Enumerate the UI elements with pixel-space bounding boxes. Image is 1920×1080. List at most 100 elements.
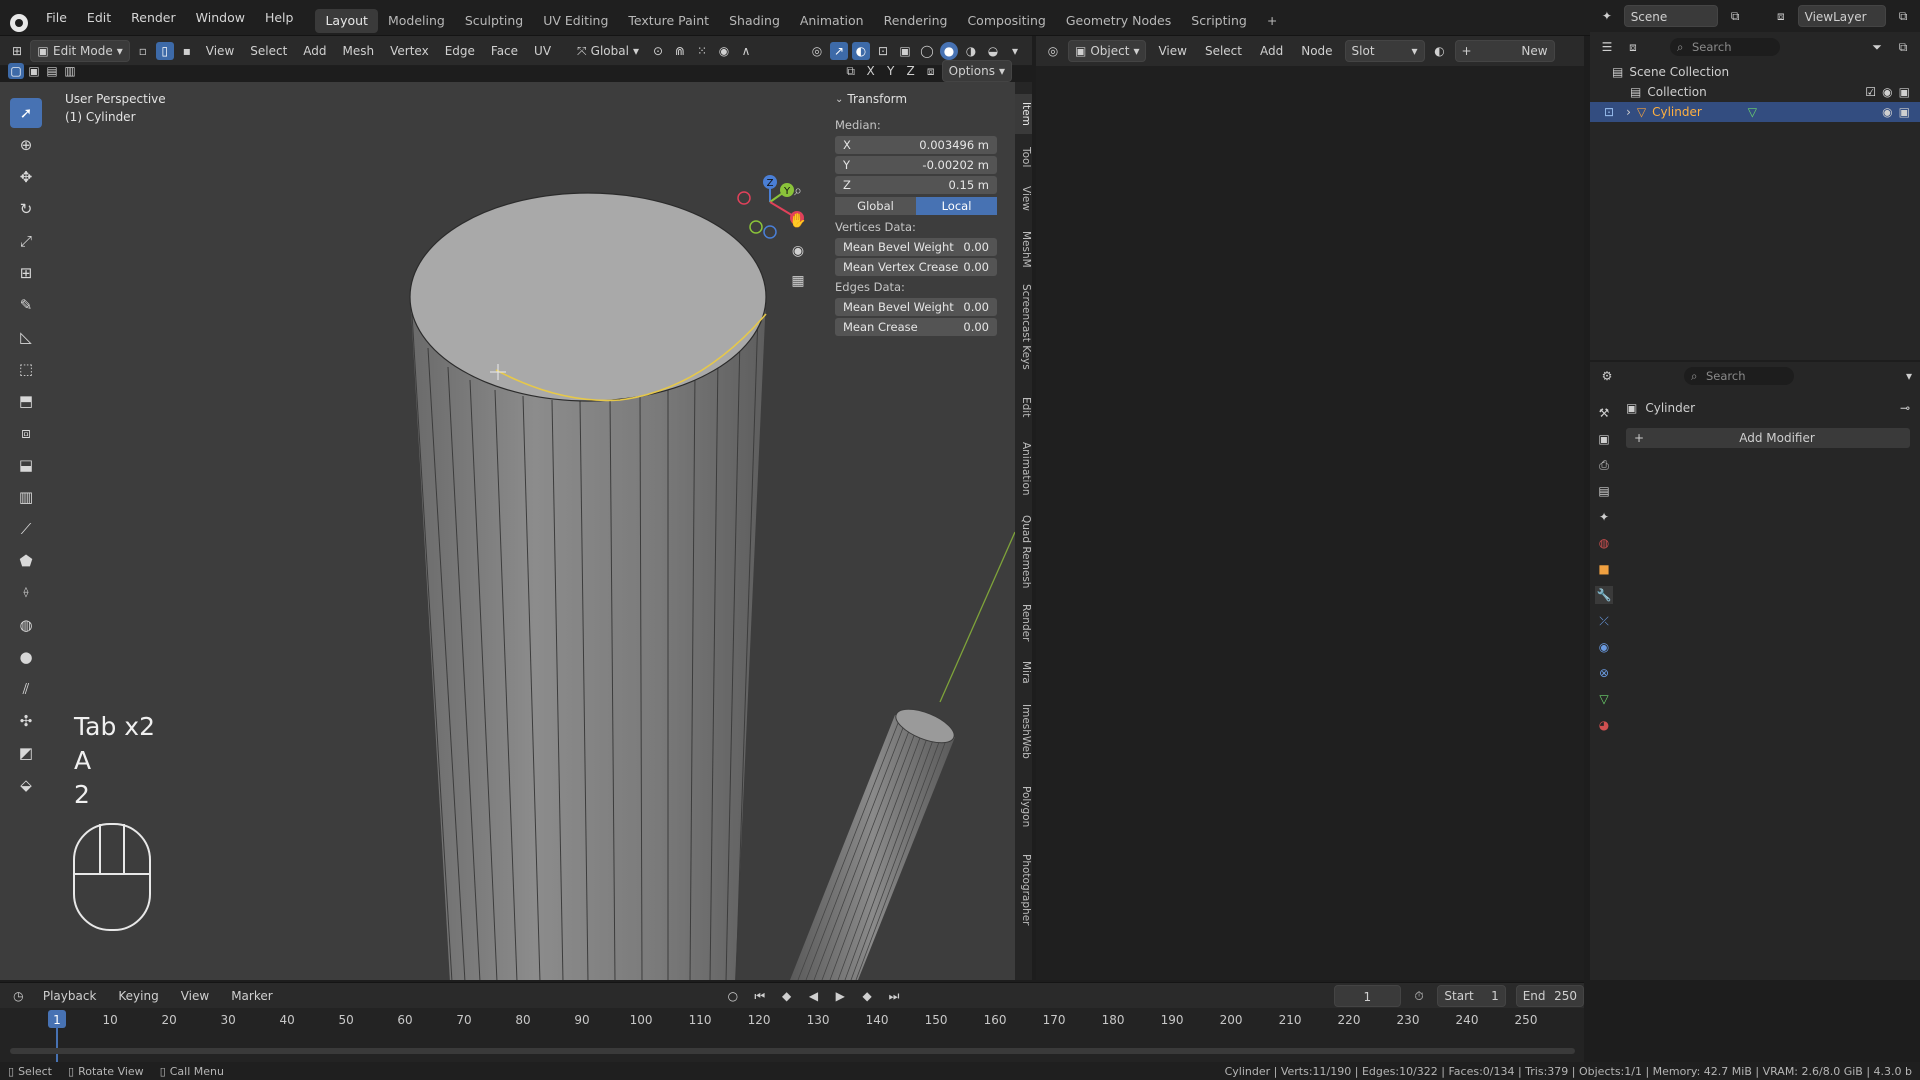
prev-keyframe-icon[interactable]: ◆ [778,987,795,1005]
play-icon[interactable]: ▶ [832,987,849,1005]
eye-icon[interactable]: ◉ [1882,85,1892,99]
edge-bevel-weight-field[interactable]: Mean Bevel Weight 0.00 [835,298,997,316]
slot-dropdown[interactable]: Slot ▾ [1344,40,1425,62]
pan-view-icon[interactable]: ✋ [787,210,809,232]
poly-build-tool-icon[interactable]: ⬟ [10,546,42,576]
header-menu-add[interactable]: Add [297,40,332,62]
add-workspace-icon[interactable]: + [1257,9,1287,33]
scene-icon[interactable]: ✦ [1598,7,1616,25]
vertex-crease-field[interactable]: Mean Vertex Crease 0.00 [835,258,997,276]
sidebar-tab-view[interactable]: View [1015,180,1032,216]
knife-tool-icon[interactable]: ⟋ [10,514,42,544]
timeline-menu-view[interactable]: View [175,985,215,1007]
vertex-bevel-weight-field[interactable]: Mean Bevel Weight 0.00 [835,238,997,256]
scene-tab-icon[interactable]: ✦ [1595,508,1613,526]
render-tab-icon[interactable]: ▣ [1595,430,1613,448]
header-menu-view[interactable]: View [200,40,240,62]
workspace-tab-geometry-nodes[interactable]: Geometry Nodes [1056,9,1181,33]
falloff-icon[interactable]: ∧ [737,42,755,60]
cursor-tool-icon[interactable]: ⊕ [10,130,42,160]
current-frame-field[interactable]: 1 [1334,984,1401,1007]
editor-type-icon[interactable]: ⊞ [8,42,26,60]
sidebar-tab-polygon[interactable]: Polygon [1015,782,1032,832]
outliner-type-icon[interactable]: ☰ [1598,38,1616,56]
chevron-right-icon[interactable]: › [1626,105,1631,119]
options-dropdown[interactable]: Options ▾ [941,60,1012,82]
workspace-tab-rendering[interactable]: Rendering [874,9,958,33]
workspace-tab-texture-paint[interactable]: Texture Paint [618,9,719,33]
rip-tool-icon[interactable]: ⬙ [10,770,42,800]
timeline-type-icon[interactable]: ◷ [10,987,27,1005]
physics-tab-icon[interactable]: ◉ [1595,638,1613,656]
camera-icon[interactable]: ▣ [1899,105,1910,119]
shear-tool-icon[interactable]: ◩ [10,738,42,768]
timer-icon[interactable]: ⏱ [1411,987,1428,1005]
local-space-button[interactable]: Local [916,197,997,215]
edge-select-icon[interactable]: ▯ [155,41,174,60]
menu-file[interactable]: File [36,0,77,36]
edge-crease-field[interactable]: Mean Crease 0.00 [835,318,997,336]
select-mode-new-icon[interactable]: ▢ [8,63,24,79]
pivot-icon[interactable]: ⊙ [649,42,667,60]
mode-dropdown[interactable]: ▣ Edit Mode ▾ [30,39,130,62]
chevron-down-icon[interactable]: ▾ [1906,369,1912,383]
edit-mode-icon[interactable]: ⊡ [1604,105,1614,119]
median-y-field[interactable]: Y -0.00202 m [835,156,997,174]
global-space-button[interactable]: Global [835,197,916,215]
add-cube-tool-icon[interactable]: ⬚ [10,354,42,384]
mirror-icon[interactable]: ⧉ [842,62,860,80]
play-reverse-icon[interactable]: ◀ [805,987,822,1005]
jump-end-icon[interactable]: ⏭ [886,987,903,1005]
snap-icon[interactable]: ⋒ [671,42,689,60]
transform-panel-header[interactable]: ⌄ Transform [835,90,997,108]
material-shading-icon[interactable]: ◑ [962,42,980,60]
loop-cut-tool-icon[interactable]: ▥ [10,482,42,512]
world-tab-icon[interactable]: ◍ [1595,534,1613,552]
node-menu-view[interactable]: View [1152,40,1192,62]
timeline-scrollbar[interactable] [10,1048,1575,1054]
sidebar-tab-render[interactable]: Render [1015,600,1032,646]
snap-target-icon[interactable]: ⁙ [693,42,711,60]
vertex-select-icon[interactable]: ▫ [134,42,152,60]
inset-tool-icon[interactable]: ⧈ [10,418,42,448]
wireframe-shading-icon[interactable]: ◯ [918,42,936,60]
select-box-tool-icon[interactable]: ➚ [10,98,42,128]
header-menu-face[interactable]: Face [485,40,524,62]
shader-type-dropdown[interactable]: ▣ Object ▾ [1068,40,1147,62]
median-x-field[interactable]: X 0.003496 m [835,136,997,154]
shading-options-icon[interactable]: ▾ [1006,42,1024,60]
measure-tool-icon[interactable]: ◺ [10,322,42,352]
node-menu-node[interactable]: Node [1295,40,1338,62]
tool-tab-icon[interactable]: ⚒ [1595,404,1613,422]
topology-icon[interactable]: ⧈ [922,62,940,80]
collection-row[interactable]: ▤ Collection ☑ ◉ ▣ [1590,82,1920,102]
select-mode-intersect-icon[interactable]: ▥ [62,63,78,79]
editor-type-icon[interactable]: ◎ [1044,42,1062,60]
camera-icon[interactable]: ▣ [1899,85,1910,99]
spin-tool-icon[interactable]: ◍ [10,610,42,640]
filter-icon[interactable]: ⏷ [1868,38,1886,56]
object-tab-icon[interactable]: ■ [1595,560,1613,578]
view-layer-icon[interactable]: ⧈ [1772,7,1790,25]
median-z-field[interactable]: Z 0.15 m [835,176,997,194]
timeline-menu-playback[interactable]: Playback [37,985,103,1007]
orientation-dropdown[interactable]: ⤧ Global ▾ [571,40,645,62]
workspace-tab-layout[interactable]: Layout [315,9,378,33]
add-modifier-button[interactable]: + Add Modifier [1626,428,1910,448]
timeline-menu-keying[interactable]: Keying [112,985,164,1007]
material-browse-icon[interactable]: ◐ [1431,42,1449,60]
header-menu-mesh[interactable]: Mesh [337,40,381,62]
proportional-edit-icon[interactable]: ◉ [715,42,733,60]
transform-tool-icon[interactable]: ⊞ [10,258,42,288]
new-collection-icon[interactable]: ⧉ [1894,38,1912,56]
visibility-icon[interactable]: ◎ [808,42,826,60]
edge-slide-tool-icon[interactable]: ⫽ [10,674,42,704]
jump-start-icon[interactable]: ⏮ [751,987,768,1005]
mirror-y-toggle[interactable]: Y [882,62,900,80]
sidebar-tab-edit[interactable]: Edit [1015,392,1032,422]
timeline-menu-marker[interactable]: Marker [225,985,278,1007]
menu-edit[interactable]: Edit [77,0,121,36]
pin-icon[interactable]: ⊸ [1900,401,1910,415]
workspace-tab-compositing[interactable]: Compositing [957,9,1055,33]
shader-editor[interactable] [1036,36,1584,980]
